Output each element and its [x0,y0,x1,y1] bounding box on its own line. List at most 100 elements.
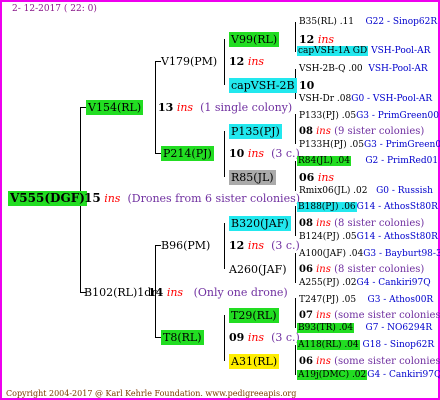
g5-row: R84(JL) .04 G2 - PrimRed01 [297,155,438,168]
g5-code: G18 - Sinop62R [362,340,435,350]
tree-line [224,39,225,85]
ins-count: 15 [84,191,101,205]
ins-label: ins [317,171,335,184]
queen-side-note: (1 single colony) [200,101,293,114]
ins-count: 08 [299,218,313,229]
g4-note: (9 sister colonies) [334,126,425,137]
g5-name: B93(TR) .04 [297,323,355,333]
g5-code: G14 - AthosSt80R [356,232,438,242]
copyright-footer: Copyright 2004-2017 @ Karl Kehrle Founda… [6,389,297,398]
g5-code: G3 - PrimGreen00 [363,140,440,150]
g5-row: B188(PJ) .06G14 - AthosSt80R [297,201,438,214]
g5-name: P133(PJ) .05 [299,111,357,121]
g5-name: Rmix06(JL) .02 [299,186,368,196]
g5-name: B35(RL) .11 [299,17,355,27]
ins-label: ins [247,147,265,160]
g5-row: VSH-Dr .08G0 - VSH-Pool-AR [299,93,432,106]
tree-line [295,298,296,328]
g5-name: R84(JL) .04 [297,156,352,166]
ins-label: ins [247,331,265,344]
g5-row: T247(PJ) .05 G3 - Athos00R [299,294,433,307]
ins-label: ins [316,126,331,137]
g5-name: VSH-2B-Q .00 [299,64,363,74]
tree-line [295,206,296,236]
ins-count: 06 [299,264,313,275]
ins-count: 14 [148,286,164,299]
g5-name: T247(PJ) .05 [299,295,357,305]
drone-side-name: B102(RL)1dr [84,286,157,299]
tree-line [155,61,156,153]
g3-info: 12 ins [229,55,264,68]
ins-label: ins [247,239,265,252]
g5-row: Rmix06(JL) .02 G0 - Russish [299,185,433,198]
g5-row: P133(PJ) .05G3 - PrimGreen00 [299,110,439,123]
ins-count: 10 [299,79,315,92]
g4-info: 06 ins [299,171,334,184]
g4-info: 08 ins (9 sister colonies) [299,125,424,138]
g5-row: B35(RL) .11 G22 - Sinop62R [299,16,437,29]
g4-note: (8 sister colonies) [334,218,425,229]
g5-code: G7 - NO6294R [365,323,433,333]
drone-side-info: 14 ins (Only one drone) [148,286,288,299]
g5-code: G3 - PrimGreen00 [356,111,439,121]
g4-info: 08 ins (8 sister colonies) [299,217,424,230]
g5-name: A118(RL) .04 [297,340,360,350]
tree-line [295,253,296,283]
g3-name: V179(PM) [161,55,218,68]
root-queen-name: V555(DGF) [8,191,87,206]
drone-side-note: (Only one drone) [193,286,288,299]
g5-code: VSH-Pool-AR [371,46,431,56]
g5-code: G4 - Cankiri97Q [356,278,431,288]
g4-name: B320(JAF) [229,216,291,231]
g4-name: A260(JAF) [229,263,287,276]
ins-count: 10 [229,147,245,160]
g3-name: P214(PJ) [161,146,214,161]
g5-name: B188(PJ) .06 [297,202,357,212]
g5-name: B124(PJ) .05 [299,232,357,242]
tree-line [295,22,296,52]
queen-side-info: 13 ins (1 single colony) [158,101,292,114]
g4-name: capVSH-2B [229,78,297,93]
g5-code: G22 - Sinop62R [365,17,438,27]
ins-label: ins [166,286,184,299]
ins-label: ins [316,310,331,321]
g4-info: 10 [299,79,314,92]
ins-count: 09 [229,331,245,344]
ins-count: 07 [299,310,313,321]
ins-label: ins [104,192,121,205]
g3-name: T8(RL) [161,330,204,345]
g3-info: 12 ins (3 c.) [229,239,300,252]
g4-name: V99(RL) [229,32,280,47]
ins-label: ins [316,264,331,275]
g5-name: A19j(DMC) .02 [297,370,368,380]
g5-row: VSH-2B-Q .00 VSH-Pool-AR [299,63,428,76]
g5-row: B93(TR) .04 G7 - NO6294R [297,322,432,335]
ins-count: 12 [229,55,245,68]
g4-info: 07 ins (some sister colonies) [299,309,440,322]
tree-line [224,131,225,177]
g3-note: (3 c.) [271,331,300,344]
g5-code: G0 - VSH-Pool-AR [351,94,433,104]
g4-info: 06 ins (some sister colonies) [299,355,440,368]
g3-note: (3 c.) [271,147,300,160]
g4-name: T29(RL) [229,308,279,323]
g3-info: 10 ins (3 c.) [229,147,300,160]
root-note: (Drones from 6 sister colonies) [127,192,301,205]
ins-count: 12 [229,239,245,252]
g4-note: (8 sister colonies) [334,264,425,275]
ins-count: 06 [299,356,313,367]
g4-info: 06 ins (8 sister colonies) [299,263,424,276]
g5-name: VSH-Dr .08 [299,94,352,104]
tree-line [295,114,296,144]
g5-code: G14 - AthosSt80R [356,202,438,212]
g5-code: G4 - Cankiri97Q [367,370,440,380]
g3-info: 09 ins (3 c.) [229,331,300,344]
ins-count: 13 [158,101,174,114]
g5-name: P133H(PJ) .05 [299,140,364,150]
tree-line [224,223,225,269]
g5-code: G3 - Athos00R [367,295,434,305]
g4-name: R85(JL) [229,170,276,185]
g5-row: P133H(PJ) .05G3 - PrimGreen00 [299,139,440,152]
ins-label: ins [316,356,331,367]
g5-code: G2 - PrimRed01 [365,156,439,166]
